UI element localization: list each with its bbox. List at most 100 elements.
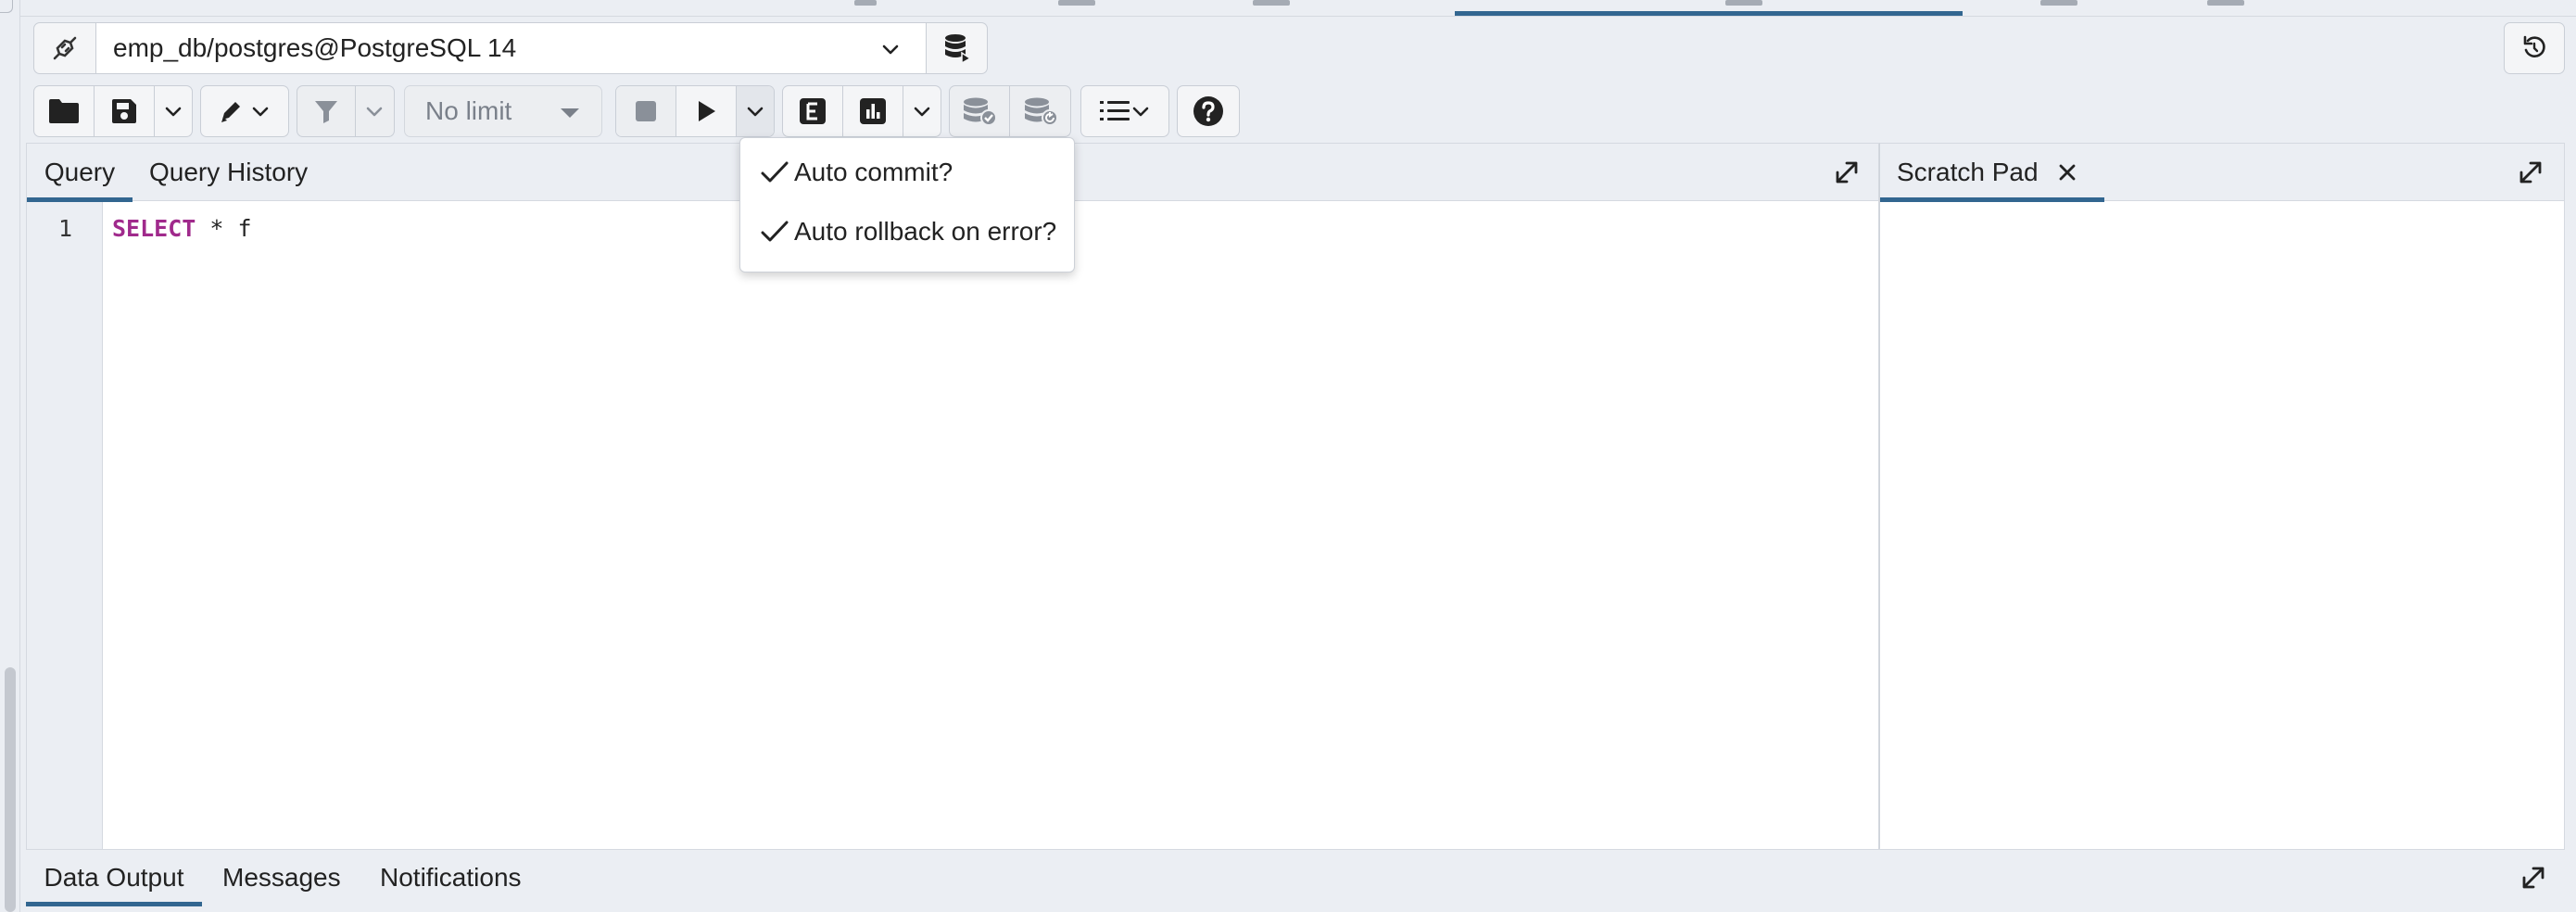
folder-icon (49, 99, 80, 123)
expand-icon (2522, 867, 2544, 889)
explain-e-icon (800, 98, 827, 124)
query-tool-window: emp_db/postgres@PostgreSQL 14 No limit Q… (0, 0, 2576, 912)
menu-item-auto-rollback-label: Auto rollback on error? (794, 217, 1057, 246)
execute-toolbar-group (615, 85, 775, 137)
caret-down-icon (561, 108, 579, 118)
checkmark-icon (759, 157, 790, 188)
cut-off-tab-fragment (2040, 0, 2077, 6)
explain-options-dropdown[interactable] (903, 86, 941, 136)
commit-button[interactable] (950, 86, 1010, 136)
scrollbar-thumb[interactable] (5, 667, 16, 912)
results-panel-maximize-button[interactable] (2515, 859, 2552, 896)
scratch-pad-textarea[interactable] (1880, 202, 2564, 849)
macros-menu-button[interactable] (1081, 86, 1168, 136)
close-icon[interactable] (2057, 162, 2077, 183)
sql-text: * f (196, 215, 252, 242)
explain-toolbar-group (782, 85, 941, 137)
menu-item-auto-commit-label: Auto commit? (794, 158, 953, 186)
explain-button[interactable] (783, 86, 844, 136)
cut-off-tab-fragment (1253, 0, 1290, 6)
filter-toolbar-group (297, 85, 395, 137)
chevron-down-icon (252, 107, 269, 117)
chevron-down-icon (747, 107, 764, 117)
left-scrollbar[interactable] (0, 0, 20, 912)
sql-editor[interactable]: 1 SELECT * f (27, 202, 1878, 849)
stop-query-button[interactable] (616, 86, 677, 136)
cut-off-tab-fragment (854, 0, 877, 6)
help-circle-icon (1193, 96, 1223, 126)
rollback-button[interactable] (1010, 86, 1070, 136)
play-icon (699, 101, 716, 121)
editor-gutter: 1 (27, 202, 103, 849)
tab-scratch-pad-label: Scratch Pad (1897, 158, 2039, 186)
help-button[interactable] (1178, 86, 1239, 136)
filter-options-dropdown[interactable] (356, 86, 394, 136)
menu-item-auto-commit[interactable]: Auto commit? (740, 146, 1074, 199)
row-limit-value: No limit (425, 96, 512, 125)
connection-status-button[interactable] (33, 22, 96, 74)
chevron-down-icon (1132, 107, 1149, 117)
sql-keyword: SELECT (112, 215, 196, 242)
rotate-icon (2523, 35, 2545, 57)
save-file-button[interactable] (95, 86, 156, 136)
line-number: 1 (58, 215, 73, 242)
connection-selected-value: emp_db/postgres@PostgreSQL 14 (113, 33, 517, 62)
menu-item-auto-rollback[interactable]: Auto rollback on error? (740, 205, 1074, 259)
tab-messages[interactable]: Messages (222, 850, 352, 906)
database-rollback-icon (1024, 97, 1058, 126)
execute-query-button[interactable] (676, 86, 738, 136)
tab-data-output-label: Data Output (44, 863, 184, 892)
editor-code-line[interactable]: SELECT * f (112, 215, 252, 242)
execute-options-dropdown[interactable] (737, 86, 774, 136)
chevron-down-icon (914, 107, 930, 117)
tab-scratch-pad[interactable]: Scratch Pad (1880, 144, 2104, 202)
tab-notifications-label: Notifications (380, 863, 522, 892)
cut-off-tab-fragment (2207, 0, 2244, 6)
tab-messages-label: Messages (222, 863, 341, 892)
filter-icon (314, 101, 337, 123)
edit-menu-button[interactable] (201, 86, 288, 136)
help-toolbar-group (1177, 85, 1240, 137)
top-tab-strip (20, 0, 2576, 17)
cut-off-tab-fragment (1725, 0, 1762, 6)
edit-toolbar-group (200, 85, 289, 137)
list-numbered-icon (1100, 101, 1130, 120)
active-top-tab-indicator (1455, 11, 1963, 16)
save-options-dropdown[interactable] (155, 86, 192, 136)
tab-query[interactable]: Query (27, 144, 133, 202)
scratch-pad-panel: Scratch Pad (1879, 143, 2565, 849)
new-connection-button[interactable] (927, 22, 988, 74)
file-toolbar-group (33, 85, 193, 137)
execute-options-menu: Auto commit? Auto rollback on error? (739, 137, 1075, 272)
expand-icon (2519, 161, 2542, 184)
bar-chart-icon (860, 98, 887, 124)
tab-query-history[interactable]: Query History (149, 144, 335, 201)
pencil-icon (221, 102, 240, 122)
query-panel-maximize-button[interactable] (1828, 154, 1865, 191)
tab-query-history-label: Query History (149, 158, 309, 186)
row-limit-select[interactable]: No limit (404, 85, 602, 137)
chevron-down-icon (882, 44, 899, 55)
floppy-disk-icon (112, 99, 137, 123)
checkmark-icon (759, 216, 790, 247)
filter-button[interactable] (297, 86, 356, 136)
database-commit-icon (964, 97, 997, 126)
chevron-down-icon (367, 107, 383, 117)
tab-query-label: Query (44, 158, 116, 186)
explain-analyze-button[interactable] (843, 86, 904, 136)
transaction-toolbar-group (949, 85, 1071, 137)
database-icon (944, 34, 971, 64)
plug-icon (53, 36, 77, 60)
expand-icon (1836, 161, 1858, 184)
tab-notifications[interactable]: Notifications (380, 850, 556, 906)
scroll-corner (0, 0, 13, 13)
cut-off-tab-fragment (1058, 0, 1095, 6)
connection-select[interactable]: emp_db/postgres@PostgreSQL 14 (96, 22, 927, 74)
macros-toolbar-group (1080, 85, 1169, 137)
reset-layout-button[interactable] (2504, 22, 2565, 74)
scratch-pad-maximize-button[interactable] (2512, 154, 2549, 191)
open-file-button[interactable] (34, 86, 95, 136)
connection-bar: emp_db/postgres@PostgreSQL 14 (33, 22, 988, 74)
tab-data-output[interactable]: Data Output (26, 850, 202, 906)
chevron-down-icon (165, 107, 182, 117)
